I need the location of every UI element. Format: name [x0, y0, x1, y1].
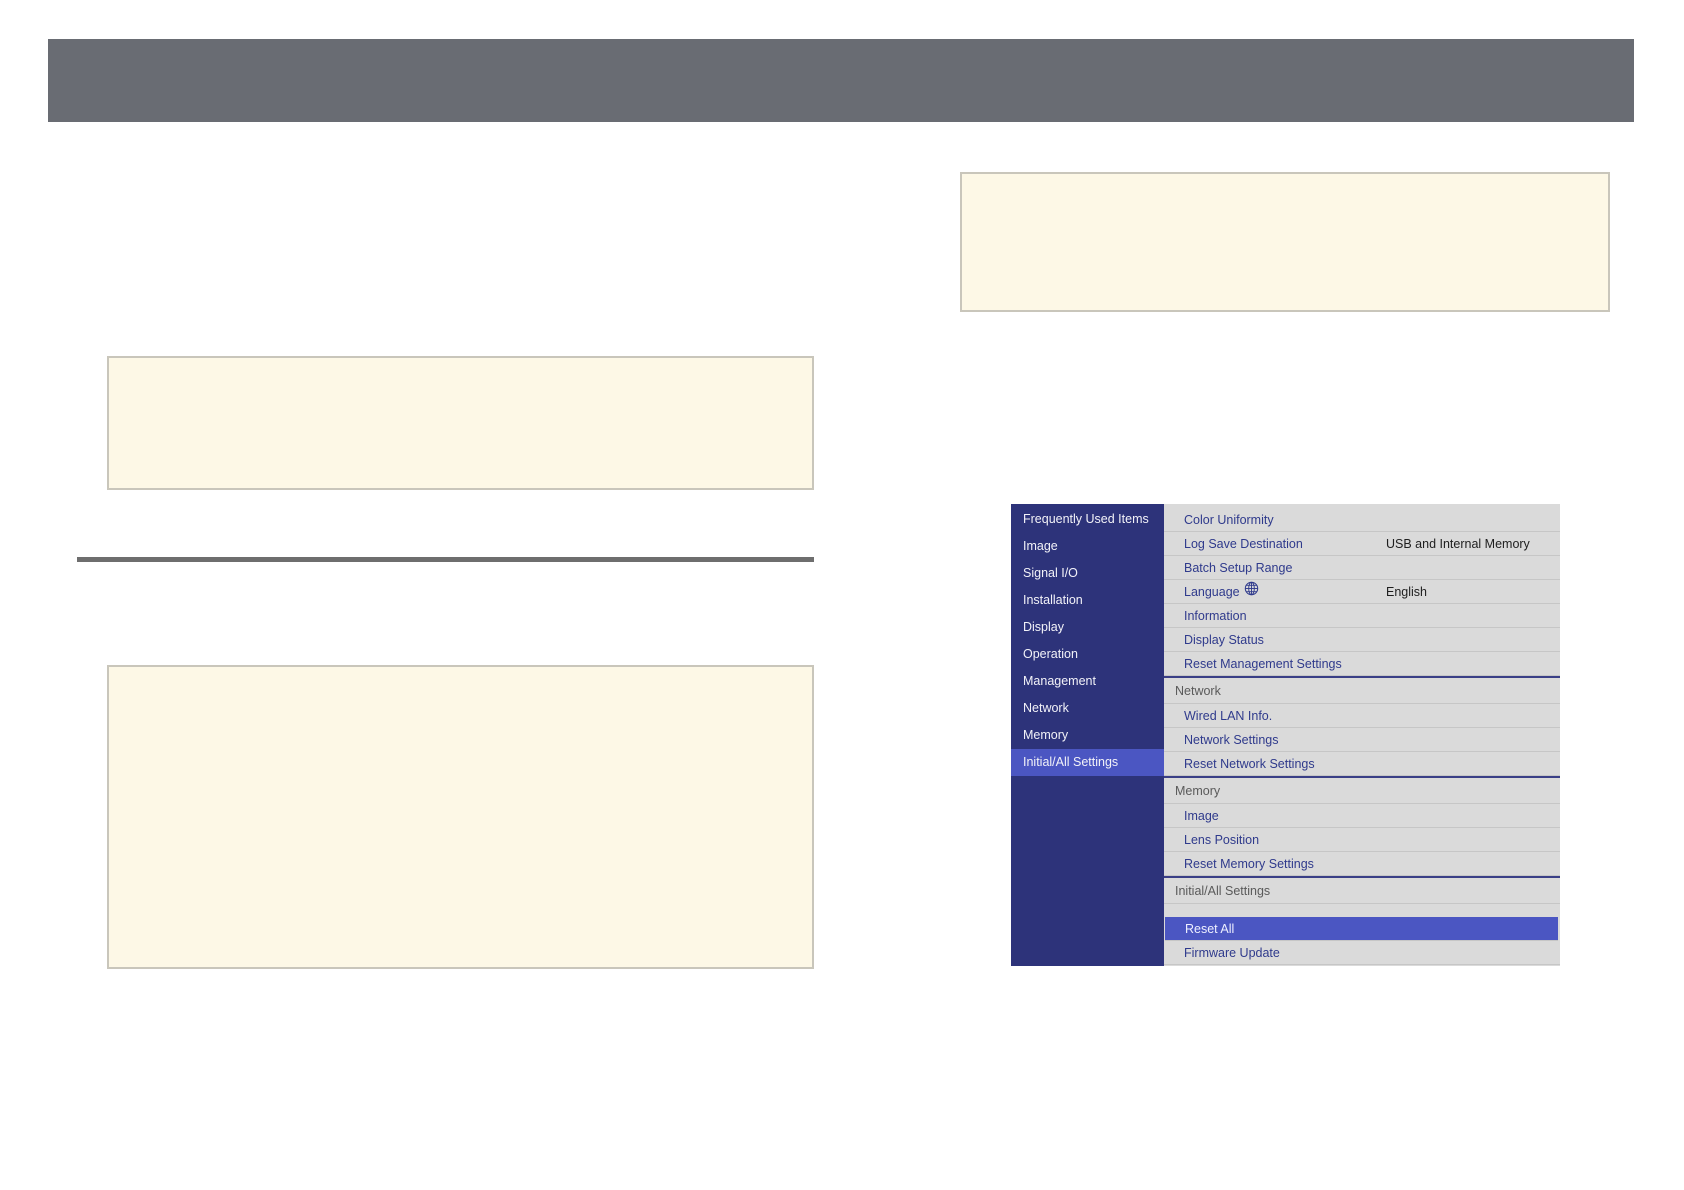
menu-section-label: Initial/All Settings: [1175, 884, 1271, 898]
menu-section-label: Network: [1175, 684, 1221, 698]
menu-category-signal-io[interactable]: Signal I/O: [1011, 560, 1164, 587]
menu-item-label: Firmware Update: [1184, 946, 1280, 960]
menu-item-language[interactable]: Language English: [1164, 580, 1560, 604]
note-box-left-2: [107, 665, 814, 969]
menu-category-memory[interactable]: Memory: [1011, 722, 1164, 749]
menu-item-label: Reset Management Settings: [1184, 657, 1342, 671]
menu-item-information[interactable]: Information: [1164, 604, 1560, 628]
menu-item-label: Information: [1184, 609, 1247, 623]
menu-item-firmware-update[interactable]: Firmware Update: [1164, 941, 1560, 965]
menu-category-operation[interactable]: Operation: [1011, 641, 1164, 668]
menu-category-installation[interactable]: Installation: [1011, 587, 1164, 614]
menu-section-label: Memory: [1175, 784, 1221, 798]
menu-item-image[interactable]: Image: [1164, 804, 1560, 828]
menu-item-reset-memory-settings[interactable]: Reset Memory Settings: [1164, 852, 1560, 876]
menu-item-lens-position[interactable]: Lens Position: [1164, 828, 1560, 852]
menu-items-panel: Color Uniformity Log Save Destination US…: [1164, 504, 1560, 966]
menu-item-wired-lan-info[interactable]: Wired LAN Info.: [1164, 704, 1560, 728]
menu-category-network[interactable]: Network: [1011, 695, 1164, 722]
menu-category-frequently-used-items[interactable]: Frequently Used Items: [1011, 506, 1164, 533]
globe-icon: [1244, 580, 1259, 604]
menu-item-network-settings[interactable]: Network Settings: [1164, 728, 1560, 752]
menu-item-label: Lens Position: [1184, 833, 1260, 847]
menu-section-network: Network: [1164, 676, 1560, 704]
menu-item-batch-setup-range[interactable]: Batch Setup Range: [1164, 556, 1560, 580]
menu-item-value: USB and Internal Memory: [1386, 537, 1530, 551]
menu-item-color-uniformity[interactable]: Color Uniformity: [1164, 508, 1560, 532]
menu-item-label: Reset All: [1185, 922, 1235, 936]
menu-item-label: Image: [1184, 809, 1219, 823]
menu-item-label: Network Settings: [1184, 733, 1279, 747]
menu-category-display[interactable]: Display: [1011, 614, 1164, 641]
menu-item-label: Batch Setup Range: [1184, 561, 1293, 575]
note-box-left-1: [107, 356, 814, 490]
menu-item-reset-network-settings[interactable]: Reset Network Settings: [1164, 752, 1560, 776]
menu-section-memory: Memory: [1164, 776, 1560, 804]
menu-category-image[interactable]: Image: [1011, 533, 1164, 560]
menu-item-label: Language: [1184, 585, 1240, 599]
menu-section-initial-all-settings: Initial/All Settings: [1164, 876, 1560, 904]
menu-item-label: Reset Network Settings: [1184, 757, 1315, 771]
menu-category-management[interactable]: Management: [1011, 668, 1164, 695]
menu-item-display-status[interactable]: Display Status: [1164, 628, 1560, 652]
header-bar: [48, 39, 1634, 122]
menu-category-sidebar: Frequently Used Items Image Signal I/O I…: [1011, 504, 1164, 966]
menu-item-reset-management-settings[interactable]: Reset Management Settings: [1164, 652, 1560, 676]
menu-item-label: Color Uniformity: [1184, 513, 1274, 527]
note-box-top-right: [960, 172, 1610, 312]
menu-item-label: Display Status: [1184, 633, 1264, 647]
menu-item-label: Log Save Destination: [1184, 537, 1303, 551]
menu-category-initial-all-settings[interactable]: Initial/All Settings: [1011, 749, 1164, 776]
menu-item-value: English: [1386, 585, 1427, 599]
menu-item-reset-all[interactable]: Reset All: [1165, 917, 1558, 941]
menu-item-label: Wired LAN Info.: [1184, 709, 1273, 723]
section-divider: [77, 557, 814, 562]
menu-item-log-save-destination[interactable]: Log Save Destination USB and Internal Me…: [1164, 532, 1560, 556]
projector-menu-screenshot: Frequently Used Items Image Signal I/O I…: [1011, 504, 1560, 966]
menu-item-label: Reset Memory Settings: [1184, 857, 1314, 871]
